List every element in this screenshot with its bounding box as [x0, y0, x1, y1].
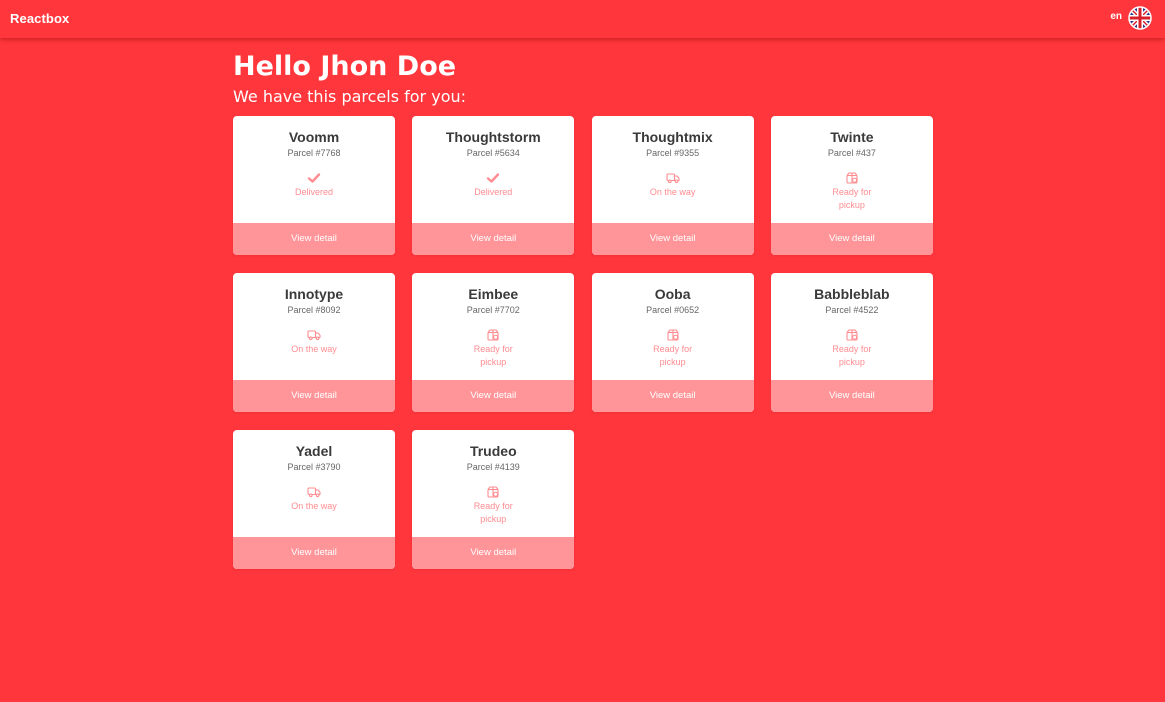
parcel-card: Twinte Parcel #437 Ready for pickup View…	[770, 116, 933, 255]
view-detail-button[interactable]: View detail	[412, 380, 575, 412]
status-label: Ready for pickup	[473, 344, 513, 367]
package-icon	[846, 329, 858, 341]
status-label: Delivered	[294, 187, 334, 197]
parcel-card: Ooba Parcel #0652 Ready for pickup View …	[591, 273, 754, 412]
view-detail-button[interactable]: View detail	[770, 380, 933, 412]
greeting-title: Hello Jhon Doe	[233, 51, 457, 82]
status-label: On the way	[291, 501, 337, 511]
parcel-card: Thoughtstorm Parcel #5634 Delivered View…	[412, 116, 575, 255]
parcel-card: Thoughtmix Parcel #9355 On the way View …	[591, 116, 754, 255]
language-selector[interactable]: en	[1110, 6, 1152, 30]
parcel-card: Trudeo Parcel #4139 Ready for pickup Vie…	[412, 430, 575, 569]
parcel-number: Parcel #5634	[466, 148, 520, 158]
parcel-number: Parcel #0652	[646, 305, 700, 315]
parcel-name: Ooba	[654, 286, 691, 302]
package-icon	[667, 329, 679, 341]
parcel-status: On the way	[592, 172, 754, 199]
status-label: Delivered	[474, 187, 513, 197]
parcel-status: Delivered	[412, 172, 574, 199]
truck-icon	[307, 330, 321, 341]
parcel-card: Voomm Parcel #7768 Delivered View detail	[233, 116, 395, 255]
parcel-name: Voomm	[288, 129, 340, 145]
parcel-name: Twinte	[830, 129, 874, 145]
check-icon	[307, 173, 321, 183]
package-icon	[487, 329, 499, 341]
view-detail-button[interactable]: View detail	[233, 223, 395, 255]
parcel-name: Eimbee	[468, 286, 519, 302]
parcel-number: Parcel #4139	[466, 462, 520, 472]
parcel-status: Delivered	[233, 172, 395, 199]
status-label: Ready for pickup	[653, 344, 693, 367]
parcel-number: Parcel #4522	[825, 305, 879, 315]
parcel-status: Ready for pickup	[412, 486, 574, 526]
parcel-status: Ready for pickup	[592, 329, 754, 369]
view-detail-button[interactable]: View detail	[770, 223, 933, 255]
subtitle: We have this parcels for you:	[233, 87, 467, 106]
parcel-status: Ready for pickup	[771, 329, 933, 369]
status-label: On the way	[291, 344, 337, 354]
parcel-grid: Voomm Parcel #7768 Delivered View detail…	[233, 116, 933, 569]
view-detail-button[interactable]: View detail	[591, 223, 754, 255]
parcel-number: Parcel #7768	[287, 148, 341, 158]
parcel-card: Yadel Parcel #3790 On the way View detai…	[233, 430, 395, 569]
status-label: Ready for pickup	[473, 501, 513, 524]
view-detail-button[interactable]: View detail	[233, 380, 395, 412]
package-icon	[487, 486, 499, 498]
parcel-name: Innotype	[284, 286, 344, 302]
parcel-number: Parcel #9355	[646, 148, 700, 158]
status-label: Ready for pickup	[832, 344, 872, 367]
parcel-name: Yadel	[295, 443, 333, 459]
parcel-card: Eimbee Parcel #7702 Ready for pickup Vie…	[412, 273, 575, 412]
top-bar: Reactbox en	[0, 0, 1165, 38]
uk-flag-icon[interactable]	[1128, 6, 1152, 30]
parcel-status: On the way	[233, 486, 395, 513]
brand-logo[interactable]: Reactbox	[10, 11, 69, 26]
status-label: Ready for pickup	[832, 187, 872, 210]
view-detail-button[interactable]: View detail	[412, 537, 575, 569]
parcel-number: Parcel #3790	[287, 462, 341, 472]
parcel-number: Parcel #437	[827, 148, 876, 158]
parcel-number: Parcel #8092	[287, 305, 341, 315]
truck-icon	[666, 173, 680, 184]
parcel-card: Babbleblab Parcel #4522 Ready for pickup…	[770, 273, 933, 412]
package-icon	[846, 172, 858, 184]
language-code[interactable]: en	[1110, 11, 1122, 22]
parcel-name: Thoughtmix	[632, 129, 713, 145]
parcel-status: Ready for pickup	[412, 329, 574, 369]
parcel-card: Innotype Parcel #8092 On the way View de…	[233, 273, 395, 412]
view-detail-button[interactable]: View detail	[233, 537, 395, 569]
truck-icon	[307, 487, 321, 498]
parcel-status: Ready for pickup	[771, 172, 933, 212]
parcel-name: Babbleblab	[814, 286, 890, 302]
status-label: On the way	[649, 187, 696, 197]
parcel-number: Parcel #7702	[466, 305, 520, 315]
parcel-name: Thoughtstorm	[445, 129, 541, 145]
parcel-status: On the way	[233, 329, 395, 356]
check-icon	[487, 173, 500, 183]
view-detail-button[interactable]: View detail	[591, 380, 754, 412]
view-detail-button[interactable]: View detail	[412, 223, 575, 255]
parcel-name: Trudeo	[469, 443, 517, 459]
